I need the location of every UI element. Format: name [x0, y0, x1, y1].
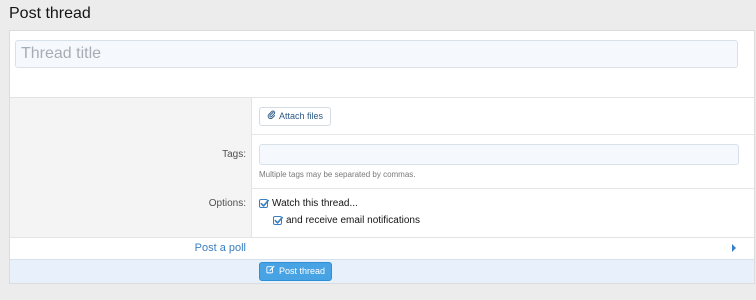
paperclip-icon: [267, 108, 276, 125]
tags-hint: Multiple tags may be separated by commas…: [259, 170, 416, 179]
email-notifications-label: and receive email notifications: [286, 215, 420, 226]
title-area: [10, 31, 754, 97]
tags-input[interactable]: [259, 144, 739, 165]
attach-files-label: Attach files: [279, 111, 324, 121]
watch-thread-label: Watch this thread...: [272, 198, 358, 209]
label-column: [10, 98, 252, 238]
checkbox-checked-icon: [259, 199, 269, 208]
thread-title-input[interactable]: [15, 40, 738, 68]
email-notifications-checkbox[interactable]: and receive email notifications: [273, 215, 420, 226]
page-title: Post thread: [9, 5, 91, 22]
submit-row: Post thread: [10, 259, 754, 283]
form-rows: Attach files Tags: Multiple tags may be …: [10, 97, 754, 238]
options-label: Options:: [208, 198, 246, 209]
row-divider: [252, 188, 754, 189]
post-poll-label: Post a poll: [194, 242, 246, 254]
post-thread-label: Post thread: [279, 266, 326, 276]
checkbox-checked-icon: [273, 216, 283, 225]
tags-label: Tags:: [222, 149, 246, 160]
post-thread-button[interactable]: Post thread: [259, 262, 333, 281]
attach-files-button[interactable]: Attach files: [259, 107, 332, 126]
post-thread-form: Attach files Tags: Multiple tags may be …: [9, 30, 755, 284]
chevron-right-icon: [732, 244, 736, 252]
row-divider: [252, 134, 754, 135]
watch-thread-checkbox[interactable]: Watch this thread...: [259, 198, 358, 209]
edit-icon: [266, 263, 275, 280]
post-poll-row[interactable]: Post a poll: [10, 237, 754, 259]
